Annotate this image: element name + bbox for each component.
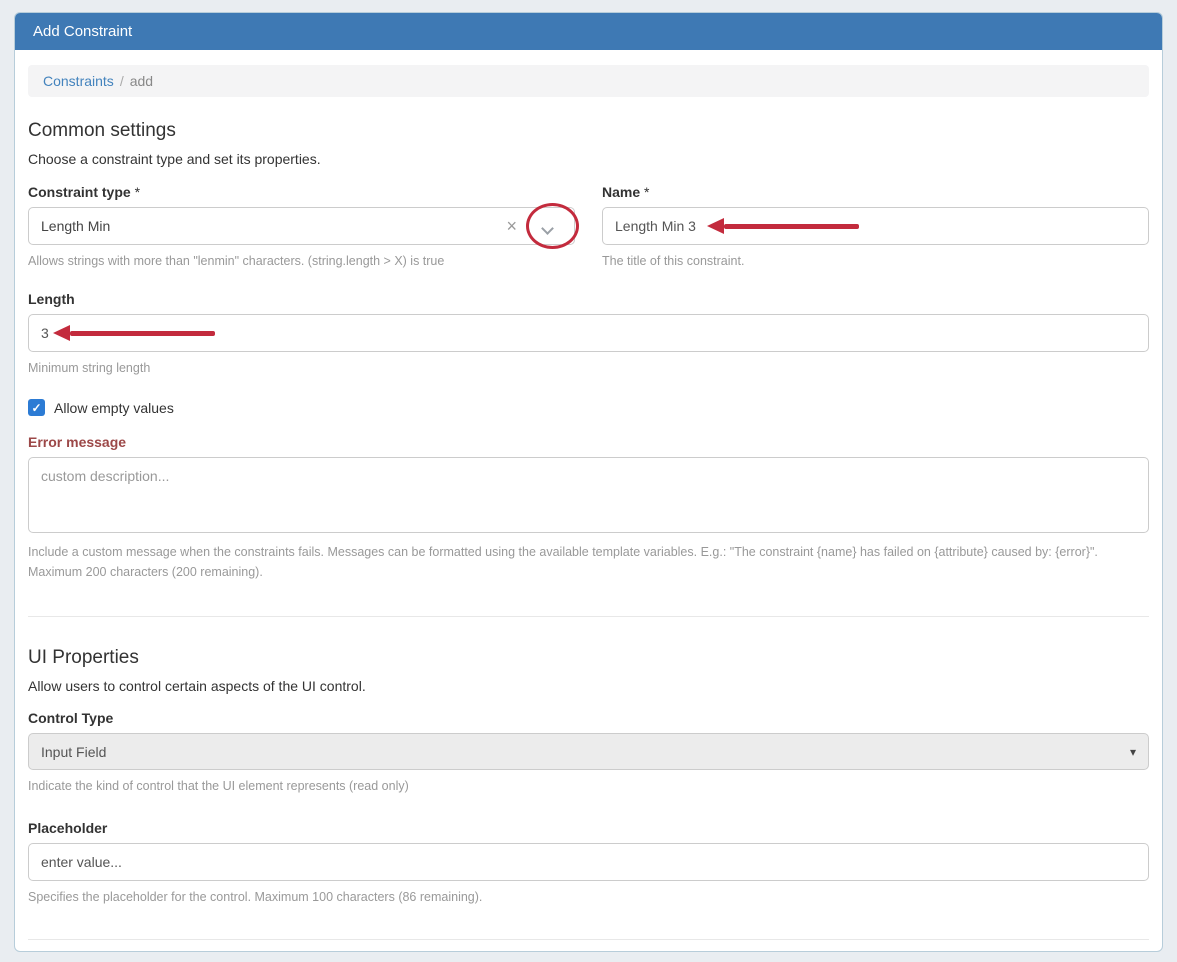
breadcrumb-link-constraints[interactable]: Constraints xyxy=(43,73,114,89)
error-message-group: Error message Include a custom message w… xyxy=(28,434,1149,582)
allow-empty-checkbox-row[interactable]: ✓ Allow empty values xyxy=(28,399,1149,416)
error-message-textarea[interactable] xyxy=(28,457,1149,533)
constraint-type-control-wrap: Length Min × xyxy=(28,203,579,249)
constraint-type-group: Constraint type * Length Min × Allows st… xyxy=(28,184,579,271)
section-divider xyxy=(28,616,1149,617)
control-type-selected-value: Input Field xyxy=(41,743,107,760)
breadcrumb-separator: / xyxy=(119,73,124,89)
length-label: Length xyxy=(28,291,75,307)
name-help: The title of this constraint. xyxy=(602,254,745,268)
name-label: Name * xyxy=(602,184,650,200)
panel-title: Add Constraint xyxy=(15,13,1162,50)
name-group: Name * The title of this constraint. xyxy=(602,184,1149,271)
control-type-select: Input Field ▾ xyxy=(28,733,1149,770)
common-settings-description: Choose a constraint type and set its pro… xyxy=(28,151,321,167)
control-type-help: Indicate the kind of control that the UI… xyxy=(28,779,409,793)
length-help: Minimum string length xyxy=(28,361,151,375)
clear-selection-icon[interactable]: × xyxy=(500,217,527,235)
placeholder-control-wrap xyxy=(28,843,1149,881)
name-control-wrap xyxy=(602,207,1149,245)
common-settings-heading: Common settings xyxy=(28,120,176,141)
control-type-label: Control Type xyxy=(28,710,114,726)
required-asterisk: * xyxy=(644,184,650,200)
length-group: Length Minimum string length xyxy=(28,291,1149,378)
constraint-type-label: Constraint type * xyxy=(28,184,141,200)
footer: * Indicates required fields Add constrai… xyxy=(28,955,1149,962)
checkbox-checked-icon[interactable]: ✓ xyxy=(28,399,45,416)
error-message-label: Error message xyxy=(28,434,127,450)
ui-properties-description: Allow users to control certain aspects o… xyxy=(28,678,366,694)
add-constraint-panel: Add Constraint Constraints / add Common se… xyxy=(14,12,1163,952)
placeholder-help: Specifies the placeholder for the contro… xyxy=(28,890,483,904)
breadcrumb: Constraints / add xyxy=(28,65,1149,97)
page: Add Constraint Constraints / add Common se… xyxy=(0,0,1177,962)
constraint-type-select[interactable]: Length Min × xyxy=(28,203,579,249)
constraint-type-selected-value: Length Min xyxy=(41,218,111,234)
length-input[interactable] xyxy=(28,314,1149,352)
chevron-down-icon xyxy=(541,222,554,235)
placeholder-group: Placeholder Specifies the placeholder fo… xyxy=(28,820,1149,907)
ui-properties-heading: UI Properties xyxy=(28,647,139,668)
control-type-group: Control Type Input Field ▾ Indicate the … xyxy=(28,710,1149,796)
placeholder-label: Placeholder xyxy=(28,820,108,836)
control-type-control-wrap: Input Field ▾ xyxy=(28,733,1149,770)
constraint-type-dropdown-toggle[interactable] xyxy=(527,216,564,236)
allow-empty-label: Allow empty values xyxy=(54,399,174,416)
name-input[interactable] xyxy=(602,207,1149,245)
constraint-type-help: Allows strings with more than "lenmin" c… xyxy=(28,254,445,268)
error-message-control-wrap xyxy=(28,457,1149,536)
footer-divider xyxy=(28,939,1149,940)
breadcrumb-current: add xyxy=(129,73,154,89)
panel-body: Constraints / add Common settings Choose a… xyxy=(15,50,1162,962)
required-asterisk: * xyxy=(134,184,141,200)
top-form-row: Constraint type * Length Min × Allows st… xyxy=(28,184,1149,271)
length-control-wrap xyxy=(28,314,1149,352)
caret-down-icon: ▾ xyxy=(1129,744,1136,759)
error-message-help: Include a custom message when the constr… xyxy=(28,545,1098,579)
placeholder-input[interactable] xyxy=(28,843,1149,881)
